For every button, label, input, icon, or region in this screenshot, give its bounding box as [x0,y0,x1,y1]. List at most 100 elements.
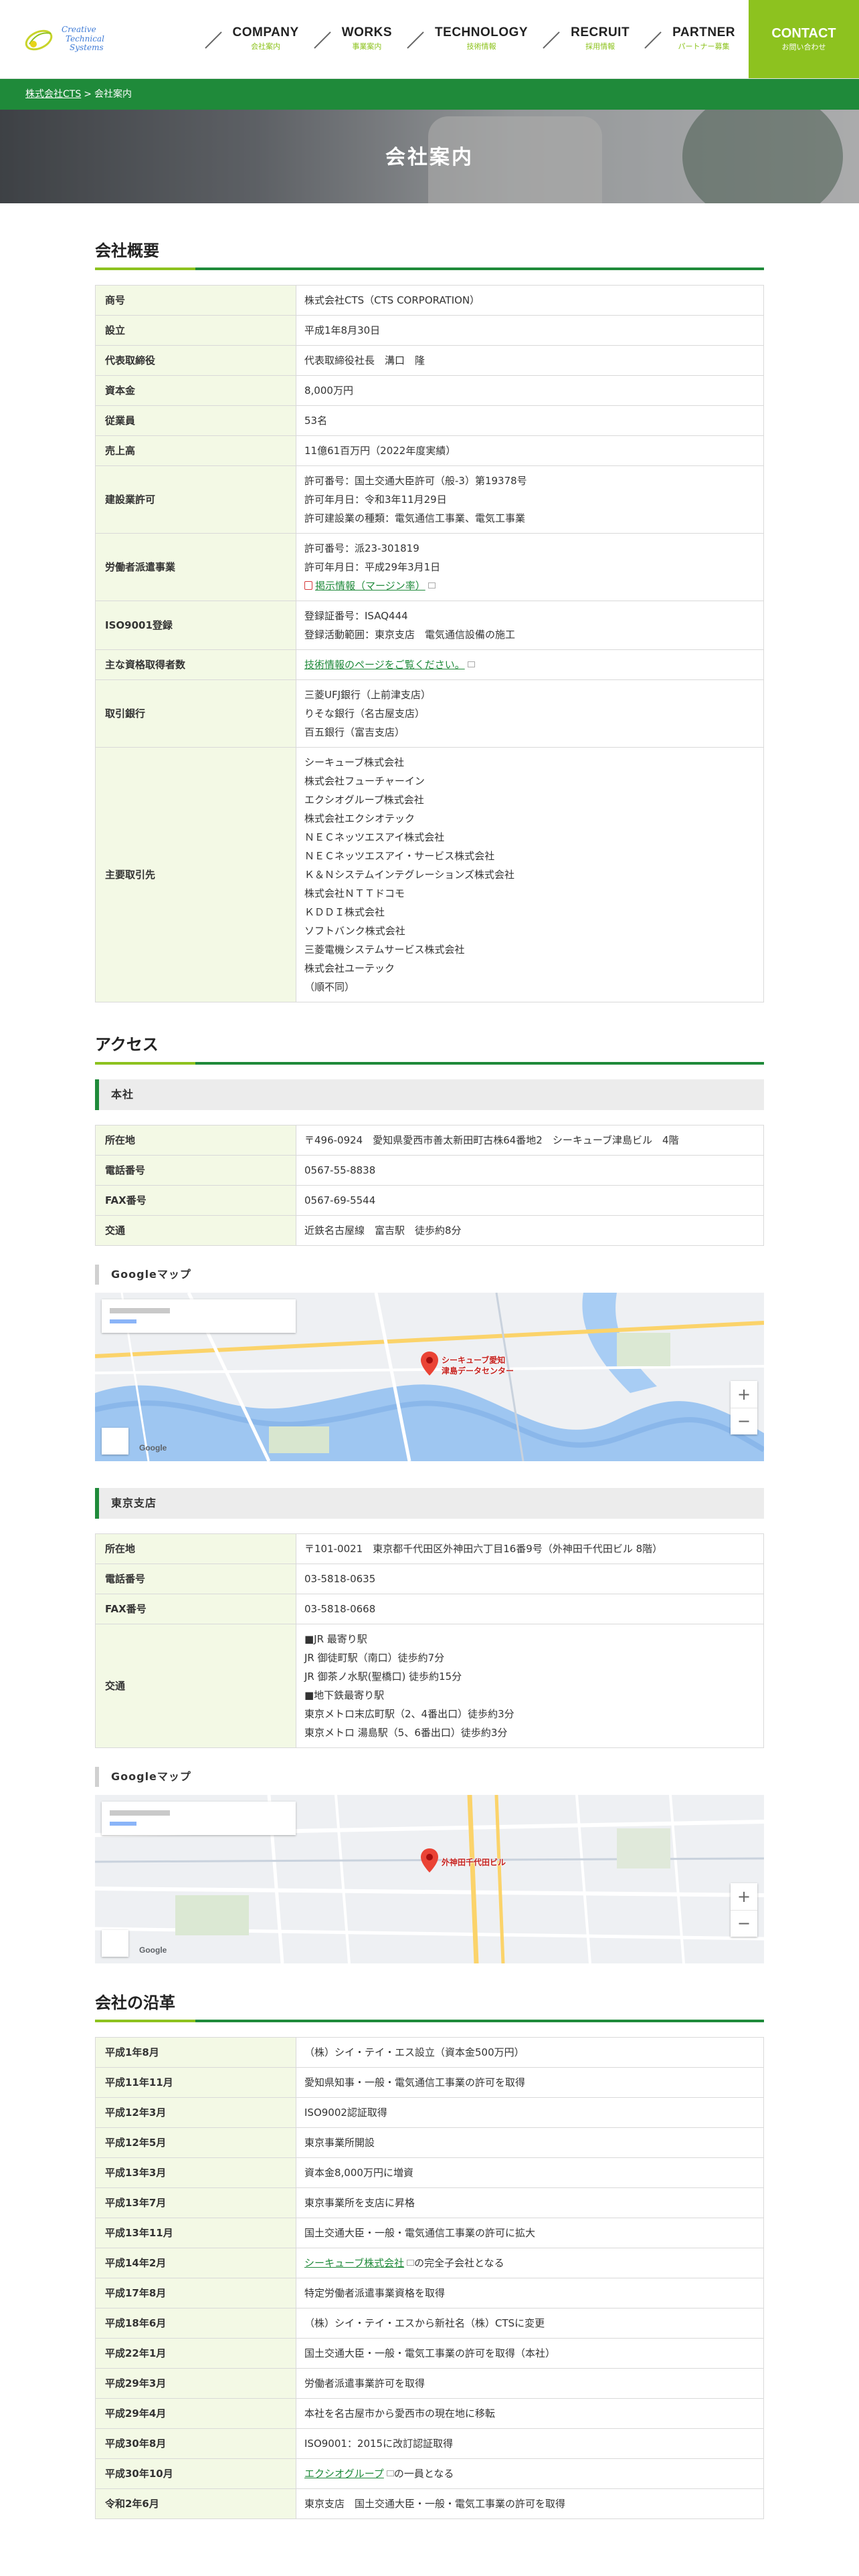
table-row: 交通 近鉄名古屋線 富吉駅 徒歩約8分 [95,1214,764,1246]
row-label: 交通 [95,1623,296,1748]
history-date: 平成14年2月 [95,2248,296,2279]
zoom-in-icon[interactable]: + [731,1381,757,1408]
history-event: 本社を名古屋市から愛西市の現在地に移転 [296,2398,764,2430]
zoom-out-icon[interactable]: − [731,1407,757,1434]
contact-button[interactable]: CONTACT お問い合わせ [749,0,859,78]
google-map-embed[interactable]: 外神田千代田ビル + − Google [95,1794,764,1963]
row-label: 主な資格取得者数 [95,649,296,681]
value-line: シーキューブ株式会社 [304,756,405,769]
inline-link[interactable]: 技術情報のページをご覧ください。 [304,659,465,671]
row-value: 代表取締役社長 溝口 隆 [296,345,764,377]
history-date: 平成22年1月 [95,2338,296,2369]
value-line: 近鉄名古屋線 富吉駅 徒歩約8分 [304,1224,462,1237]
history-text: 愛知県知事・一般・電気通信工事業の許可を取得 [304,2076,526,2089]
slash-divider-icon [314,29,331,49]
table-row: 令和2年6月 東京支店 国土交通大臣・一般・電気工事業の許可を取得 [95,2488,764,2520]
zoom-in-icon[interactable]: + [731,1883,757,1910]
row-label: ISO9001登録 [95,601,296,651]
row-label: 主要取引先 [95,747,296,1003]
value-line: ＮＥＣネッツエスアイ・サービス株式会社 [304,850,495,863]
value-line: 平成1年8月30日 [304,324,381,337]
table-row: 平成12年5月 東京事業所開設 [95,2127,764,2159]
value-line: ■地下鉄最寄り駅 [304,1689,385,1701]
row-value: 0567-69-5544 [296,1184,764,1216]
history-text: 国土交通大臣・一般・電気通信工事業の許可に拡大 [304,2227,536,2240]
history-date: 平成29年3月 [95,2368,296,2399]
history-date: 平成13年11月 [95,2218,296,2249]
row-label: 所在地 [95,1533,296,1564]
value-link-line: 技術情報のページをご覧ください。 [304,655,755,674]
history-event: エクシオグループ の一員となる [296,2458,764,2490]
table-row: 平成12年3月 ISO9002認証取得 [95,2097,764,2129]
history-date: 平成12年5月 [95,2127,296,2159]
row-label: 取引銀行 [95,679,296,748]
history-event: シーキューブ株式会社 の完全子会社となる [296,2248,764,2279]
row-value: 技術情報のページをご覧ください。 [296,649,764,681]
history-event: ISO9002認証取得 [296,2097,764,2129]
breadcrumb-home-link[interactable]: 株式会社CTS [25,87,81,102]
google-map-embed[interactable]: シーキューブ愛知 津島データセンター + − Google [95,1292,764,1461]
inline-link[interactable]: シーキューブ株式会社 [304,2257,404,2269]
table-row: 平成13年3月 資本金8,000万円に増資 [95,2157,764,2189]
slash-divider-icon [644,29,662,49]
table-row: 平成22年1月 国土交通大臣・一般・電気工事業の許可を取得（本社） [95,2338,764,2369]
table-row: 売上高 11億61百万円（2022年度実績） [95,435,764,467]
map-heading: Googleマップ [95,1264,764,1285]
history-date: 平成30年10月 [95,2458,296,2490]
external-link-icon [407,2260,415,2266]
table-row: 主要取引先 シーキューブ株式会社 株式会社フューチャーイン エクシオグループ株式会社株… [95,747,764,1003]
history-text: ISO9002認証取得 [304,2107,387,2119]
nav-recruit[interactable]: RECRUIT 採用情報 [543,25,630,52]
row-value: 03-5818-0668 [296,1593,764,1624]
value-line: 株式会社ＮＴＴドコモ [304,887,405,900]
table-row: 取引銀行 三菱UFJ銀行（上前津支店） りそな銀行（名古屋支店） 百五銀行（富吉支店） [95,679,764,748]
street-view-icon[interactable] [102,1427,128,1455]
nav-works[interactable]: WORKS 事業案内 [314,25,392,52]
history-text: 東京事業所を支店に昇格 [304,2197,415,2210]
table-row: 所在地 〒496-0924 愛知県愛西市善太新田町古株64番地2 シーキューブ津島… [95,1124,764,1156]
value-line: 登録証番号：ISAQ444 [304,610,408,623]
history-text: 特定労働者派遣事業資格を取得 [304,2287,446,2300]
nav-partner[interactable]: PARTNER パートナー募集 [644,25,735,52]
row-label: 従業員 [95,405,296,437]
map-place-card[interactable] [102,1299,296,1333]
value-line: 0567-55-8838 [304,1164,376,1176]
nav-technology[interactable]: TECHNOLOGY 技術情報 [407,25,528,52]
value-line: 株式会社ユーテック [304,962,395,975]
table-row: 商号 株式会社CTS（CTS CORPORATION） [95,285,764,316]
street-view-icon[interactable] [102,1929,128,1957]
table-row: 資本金 8,000万円 [95,375,764,407]
value-line: 株式会社フューチャーイン [304,775,425,788]
map-marker-icon[interactable] [421,1848,438,1872]
row-label: 建設業許可 [95,465,296,534]
history-event: 東京支店 国土交通大臣・一般・電気工事業の許可を取得 [296,2488,764,2520]
value-line: 許可番号：派23-301819 [304,542,419,555]
inline-link[interactable]: 掲示情報（マージン率） [315,580,425,592]
zoom-out-icon[interactable]: − [731,1909,757,1937]
row-label: 売上高 [95,435,296,467]
history-text: （株）シイ・テイ・エスから新社名（株）CTSに変更 [304,2317,545,2330]
table-row: FAX番号 0567-69-5544 [95,1184,764,1216]
nav-company[interactable]: COMPANY 会社案内 [205,25,299,52]
value-line: JR 御徒町駅（南口）徒歩約7分 [304,1651,445,1664]
table-row: 代表取締役 代表取締役社長 溝口 隆 [95,345,764,377]
map-marker-icon[interactable] [421,1351,438,1376]
main-nav: COMPANY 会社案内 WORKS 事業案内 TECHNOLOGY 技術情報 REC… [190,0,749,78]
history-text: 労働者派遣事業許可を取得 [304,2377,425,2390]
value-line: 0567-69-5544 [304,1194,376,1206]
office-info-table: 所在地 〒496-0924 愛知県愛西市善太新田町古株64番地2 シーキューブ津島… [95,1124,764,1246]
row-label: 労働者派遣事業 [95,533,296,602]
inline-link[interactable]: エクシオグループ [304,2468,384,2480]
site-logo[interactable]: Creative Technical Systems [0,0,190,78]
table-row: FAX番号 03-5818-0668 [95,1593,764,1624]
value-link-line: 掲示情報（マージン率） [304,576,755,595]
map-place-card[interactable] [102,1801,296,1835]
table-row: 電話番号 0567-55-8838 [95,1154,764,1186]
table-row: 平成1年8月 （株）シイ・テイ・エス設立（資本金500万円） [95,2037,764,2068]
office-info-table: 所在地 〒101-0021 東京都千代田区外神田六丁目16番9号（外神田千代田ビル… [95,1533,764,1748]
history-event: ISO9001：2015に改訂認証取得 [296,2428,764,2460]
breadcrumb-separator: > [84,88,92,100]
table-row: 建設業許可 許可番号：国土交通大臣許可（般-3）第19378号 許可年月日：令和3年… [95,465,764,534]
row-label: FAX番号 [95,1593,296,1624]
row-value: 許可番号：国土交通大臣許可（般-3）第19378号 許可年月日：令和3年11月29… [296,465,764,534]
